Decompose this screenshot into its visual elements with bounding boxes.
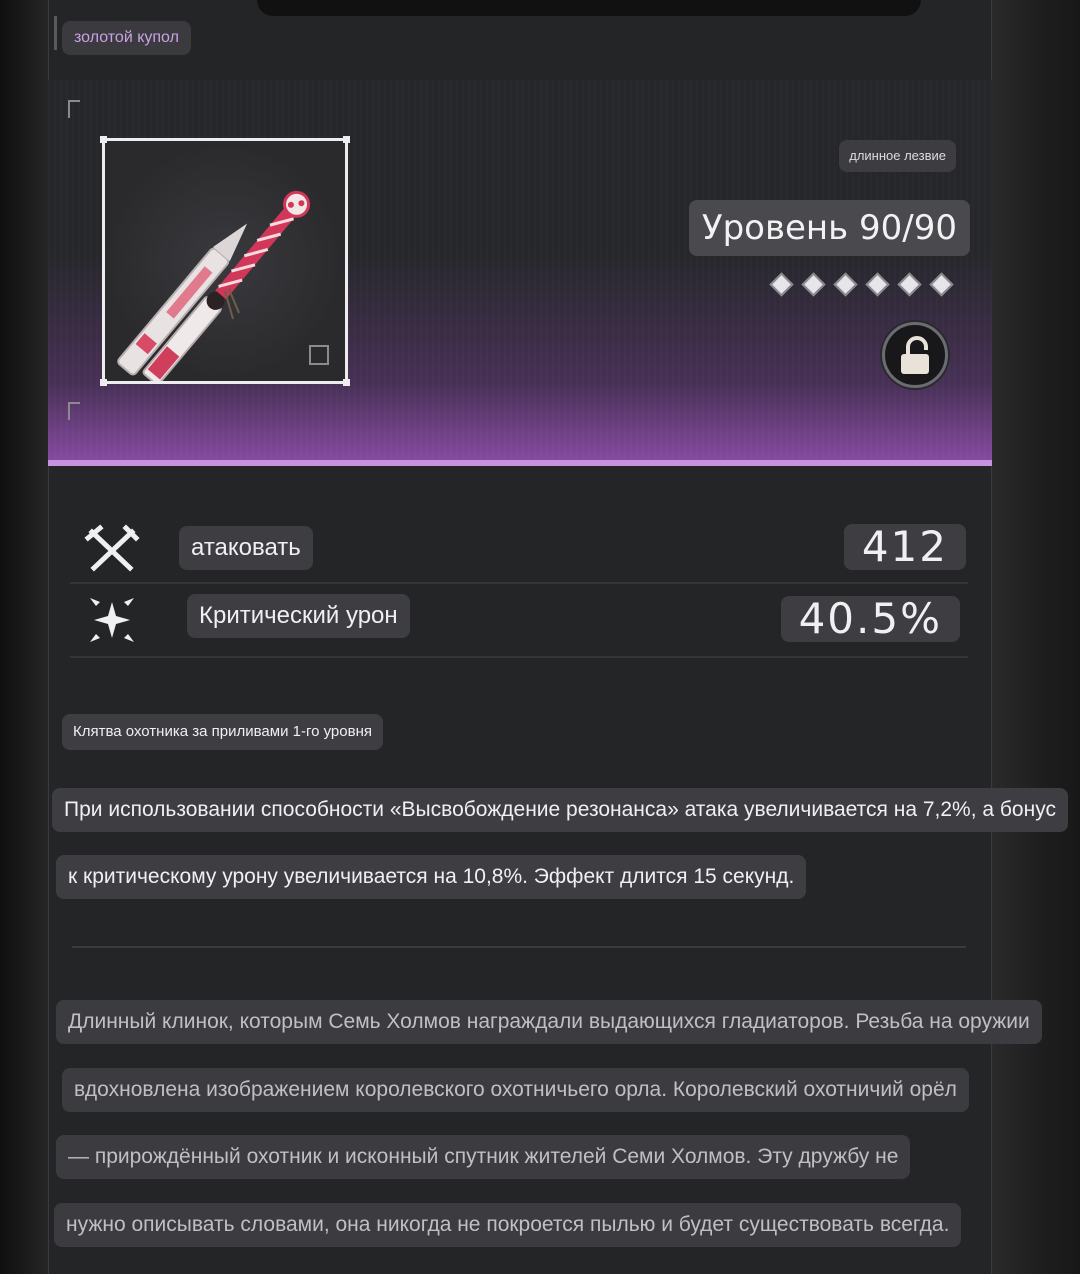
weapon-type-badge: длинное лезвие	[839, 140, 956, 172]
rank-stars	[770, 273, 950, 293]
stat-value: 412	[843, 524, 966, 570]
attack-swords-icon	[84, 524, 140, 572]
header-tag: золотой купол	[62, 21, 191, 55]
rank-star-icon	[802, 273, 822, 293]
weapon-card: длинное лезвие Уровень 90/90	[48, 80, 992, 466]
rank-star-icon	[898, 273, 918, 293]
backdrop-left	[0, 0, 48, 1274]
lore-text-line: нужно описывать словами, она никогда не …	[54, 1203, 962, 1247]
rank-star-icon	[866, 273, 886, 293]
top-notch	[257, 0, 921, 16]
header-tick	[54, 16, 57, 50]
lore-text-line: Длинный клинок, которым Семь Холмов нагр…	[56, 1000, 1042, 1044]
passive-text-line: к критическому урону увеличивается на 10…	[56, 855, 807, 899]
stat-value: 40.5%	[780, 596, 960, 642]
corner-mark	[68, 100, 80, 118]
crit-burst-icon	[90, 598, 134, 642]
rank-star-icon	[930, 273, 950, 293]
lock-open-icon	[901, 336, 929, 374]
lore-text-line: вдохновлена изображением королевского ох…	[62, 1068, 969, 1112]
stat-row-crit-damage: Критический урон 40.5%	[70, 584, 968, 658]
lore-text-line: — прирождённый охотник и исконный спутни…	[56, 1135, 911, 1179]
section-divider	[72, 946, 966, 948]
stat-label: атаковать	[179, 526, 313, 570]
stat-row-attack: атаковать 412	[70, 514, 968, 584]
lock-toggle-button[interactable]	[882, 322, 948, 388]
passive-title: Клятва охотника за приливами 1-го уровня	[62, 714, 383, 750]
rank-star-icon	[834, 273, 854, 293]
weapon-image-frame[interactable]	[100, 136, 350, 386]
weapon-image	[117, 190, 329, 381]
rank-star-icon	[770, 273, 790, 293]
passive-text-line: При использовании способности «Высвобожд…	[52, 788, 1068, 832]
weapon-level: Уровень 90/90	[688, 200, 970, 256]
corner-mark	[68, 402, 80, 420]
stat-label: Критический урон	[187, 594, 410, 638]
backdrop-right	[992, 0, 1080, 1274]
